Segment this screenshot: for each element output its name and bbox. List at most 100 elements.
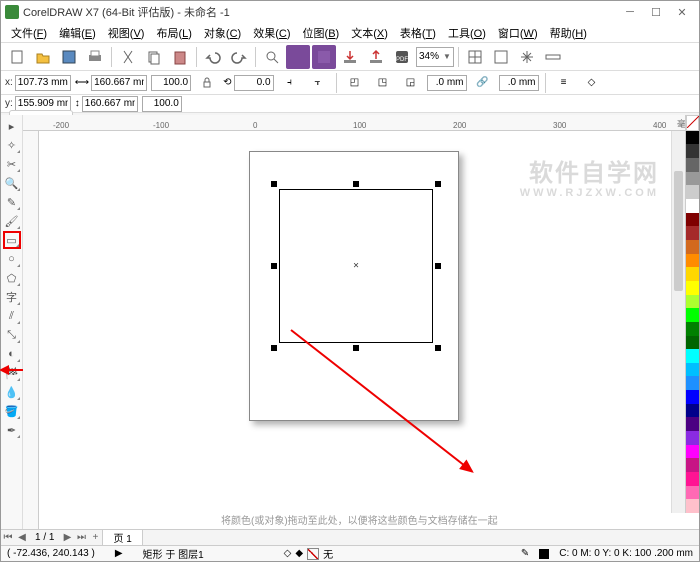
color-swatch[interactable] [686, 322, 699, 336]
color-swatch[interactable] [686, 295, 699, 309]
ruler-button[interactable] [541, 45, 565, 69]
no-fill-icon[interactable] [307, 548, 319, 560]
color-swatch[interactable] [686, 390, 699, 404]
last-page-button[interactable]: ⏭ [74, 532, 88, 543]
handle-mid-right[interactable] [435, 263, 441, 269]
color-swatch[interactable] [686, 199, 699, 213]
rotation-field[interactable]: ⟲ [223, 75, 273, 91]
scaley-input[interactable] [142, 96, 182, 112]
color-swatch[interactable] [686, 158, 699, 172]
next-page-button[interactable]: ▶ [60, 532, 74, 543]
menu-e[interactable]: 编辑(E) [53, 25, 102, 41]
paste-button[interactable] [168, 45, 192, 69]
handle-top-mid[interactable] [353, 181, 359, 187]
text-tool[interactable]: 字 [3, 288, 21, 306]
x-position-field[interactable]: x: [5, 75, 71, 91]
handle-top-left[interactable] [271, 181, 277, 187]
mirror-v-button[interactable]: ⫟ [306, 71, 330, 95]
publish-button[interactable] [312, 45, 336, 69]
width-field[interactable]: ⟷ [75, 75, 147, 91]
pdf-button[interactable]: PDF [390, 45, 414, 69]
menu-b[interactable]: 位图(B) [297, 25, 346, 41]
horizontal-ruler[interactable]: -200-1000100200300400500600毫米 [23, 115, 699, 131]
menu-t[interactable]: 表格(T) [394, 25, 442, 41]
search-button[interactable] [260, 45, 284, 69]
play-icon[interactable]: ▶ [115, 548, 123, 559]
crop-tool[interactable]: ✂ [3, 155, 21, 173]
color-swatch[interactable] [686, 281, 699, 295]
menu-l[interactable]: 布局(L) [150, 25, 197, 41]
corner2-button[interactable]: ◳ [371, 71, 395, 95]
menu-c[interactable]: 对象(C) [198, 25, 247, 41]
undo-button[interactable] [201, 45, 225, 69]
rectangle-tool[interactable]: ▭ [3, 231, 21, 249]
drop-shadow-tool[interactable]: ◐ [3, 345, 21, 363]
print-button[interactable] [83, 45, 107, 69]
snap-button[interactable] [463, 45, 487, 69]
corner-val1[interactable] [427, 75, 467, 91]
menu-v[interactable]: 视图(V) [102, 25, 151, 41]
color-swatch[interactable] [686, 363, 699, 377]
color-swatch[interactable] [686, 349, 699, 363]
zoom-tool[interactable]: 🔍 [3, 174, 21, 192]
canvas[interactable]: × 软件自学网 WWW.RJZXW.COM [39, 131, 699, 529]
width-input[interactable] [91, 75, 147, 91]
corner-button[interactable]: ◰ [343, 71, 367, 95]
fill-swatch-icon[interactable]: ◇ [284, 548, 292, 559]
corner-val2[interactable] [499, 75, 539, 91]
handle-bottom-right[interactable] [435, 345, 441, 351]
color-swatch[interactable] [686, 486, 699, 500]
x-input[interactable] [15, 75, 71, 91]
vertical-scrollbar[interactable] [671, 131, 685, 513]
cut-button[interactable] [116, 45, 140, 69]
handle-top-right[interactable] [435, 181, 441, 187]
fill-tool[interactable]: 🪣 [3, 402, 21, 420]
pick-tool[interactable]: ▸ [3, 117, 21, 135]
height-field[interactable]: ↕ [75, 96, 138, 112]
menu-w[interactable]: 窗口(W) [492, 25, 544, 41]
color-swatch[interactable] [686, 172, 699, 186]
color-swatch[interactable] [686, 445, 699, 459]
menu-c[interactable]: 效果(C) [247, 25, 296, 41]
vertical-ruler[interactable] [23, 131, 39, 529]
color-swatch[interactable] [686, 144, 699, 158]
wrap-text-button[interactable]: ≡ [552, 71, 576, 95]
mirror-h-button[interactable]: ⫞ [278, 71, 302, 95]
corner3-button[interactable]: ◲ [399, 71, 423, 95]
color-swatch[interactable] [686, 213, 699, 227]
freehand-tool[interactable]: ✎ [3, 193, 21, 211]
new-button[interactable] [5, 45, 29, 69]
to-curves-button[interactable]: ◇ [580, 71, 604, 95]
artistic-media-tool[interactable]: 🖌 [3, 212, 21, 230]
rotation-input[interactable] [234, 75, 274, 91]
color-swatch[interactable] [686, 458, 699, 472]
color-swatch[interactable] [686, 254, 699, 268]
export-button[interactable] [364, 45, 388, 69]
welcome-button[interactable] [286, 45, 310, 69]
fill-swatch2-icon[interactable]: ◆ [295, 548, 303, 559]
first-page-button[interactable]: ⏮ [1, 532, 15, 543]
scrollbar-thumb[interactable] [674, 171, 683, 291]
zoom-combo[interactable]: 34%▼ [416, 47, 454, 67]
handle-bottom-mid[interactable] [353, 345, 359, 351]
copy-button[interactable] [142, 45, 166, 69]
lock-ratio-button[interactable] [195, 71, 219, 95]
menu-x[interactable]: 文本(X) [345, 25, 394, 41]
scalex-input[interactable] [151, 75, 191, 91]
scalex-field[interactable] [151, 75, 191, 91]
color-swatch[interactable] [686, 336, 699, 350]
polygon-tool[interactable]: ⬠ [3, 269, 21, 287]
save-button[interactable] [57, 45, 81, 69]
options-button[interactable] [489, 45, 513, 69]
ellipse-tool[interactable]: ○ [3, 250, 21, 268]
handle-bottom-left[interactable] [271, 345, 277, 351]
shape-tool[interactable]: ✧ [3, 136, 21, 154]
height-input[interactable] [82, 96, 138, 112]
minimize-button[interactable]: ─ [617, 3, 643, 21]
redo-button[interactable] [227, 45, 251, 69]
color-swatch[interactable] [686, 267, 699, 281]
maximize-button[interactable]: ☐ [643, 3, 669, 21]
color-swatch[interactable] [686, 404, 699, 418]
color-swatch[interactable] [686, 417, 699, 431]
outline-color-swatch[interactable] [539, 549, 549, 559]
